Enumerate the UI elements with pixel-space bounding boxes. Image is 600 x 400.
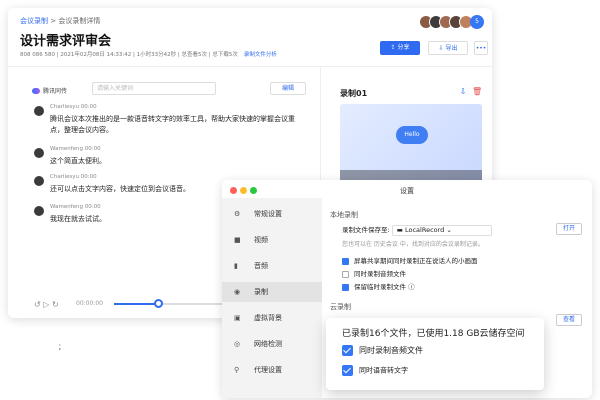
breadcrumb-current: 会议录制详情 [58, 17, 101, 25]
option-record-audio[interactable]: 同时录制音频文件 [342, 268, 406, 278]
local-record-header: 本地录制 [330, 211, 358, 219]
folder-icon: ▬ [396, 225, 405, 234]
option-keep-temp[interactable]: 保留临时录制文件 ⓘ [342, 281, 415, 291]
play-icon[interactable]: ▷ [43, 300, 49, 309]
player-time: 00:00:00 [76, 300, 103, 307]
sidebar-item-label: 视频 [254, 236, 268, 244]
popup-option-transcribe[interactable]: 同时语音转文字 [342, 365, 408, 376]
view-cloud-button[interactable]: 查看 [556, 314, 582, 326]
video-icon: ■ [234, 236, 241, 244]
audio-icon: ▮ [234, 262, 238, 270]
breadcrumb: 会议录制 > 会议录制详情 [20, 16, 100, 26]
speaker-time: Wamenfeng 00:00 [50, 146, 101, 152]
more-participants-badge[interactable]: 5 [470, 15, 484, 29]
header-divider [8, 66, 492, 67]
checkbox[interactable] [342, 270, 349, 278]
open-folder-button[interactable]: 打开 [556, 223, 582, 235]
more-button[interactable]: ••• [474, 41, 488, 55]
breadcrumb-separator: > [48, 17, 59, 25]
option-label: 保留临时录制文件 [354, 283, 406, 291]
video-preview[interactable]: Hello [340, 104, 482, 184]
record-icon: ◉ [234, 288, 241, 296]
checkbox[interactable] [342, 365, 353, 376]
cloud-storage-status: 已录制16个文件，已使用1.18 GB云储存空间 [342, 329, 525, 339]
breadcrumb-root[interactable]: 会议录制 [20, 17, 48, 25]
search-input[interactable]: 请输入关键词 [92, 82, 216, 95]
speaker-time: Charliesyu 00:00 [50, 104, 97, 110]
sidebar-item-record[interactable]: ◉ 录制 [222, 282, 322, 302]
folder-name: LocalRecord [405, 225, 445, 234]
sidebar-item-label: 代理设置 [254, 366, 282, 374]
sidebar-item-audio[interactable]: ▮ 音频 [222, 256, 322, 276]
help-icon[interactable]: ⓘ [408, 283, 415, 291]
option-label: 同时录制音频文件 [354, 270, 406, 278]
checkbox[interactable] [342, 345, 353, 356]
avatar [34, 106, 44, 116]
sidebar-item-label: 常规设置 [254, 210, 282, 218]
share-button[interactable]: ⇪ 分享 [380, 41, 420, 55]
sidebar-item-label: 音频 [254, 262, 268, 270]
progress-handle[interactable] [154, 299, 163, 308]
option-label: 同时语音转文字 [359, 366, 408, 375]
progress-fill [114, 303, 158, 305]
video-cloud-graphic: Hello [396, 126, 428, 144]
brand-label: 腾讯同传 [32, 86, 67, 95]
history-note: 您也可以在 历史会议 中，找到对应的会议录制记录。 [342, 241, 484, 248]
background-icon: ▣ [234, 314, 241, 322]
sidebar-item-network[interactable]: ◎ 网络检测 [222, 334, 322, 354]
chevron-down-icon: ⌄ [446, 225, 452, 234]
speaker-time: Wamenfeng 00:00 [50, 204, 101, 210]
sidebar-item-video[interactable]: ■ 视频 [222, 230, 322, 250]
checkbox[interactable] [342, 257, 349, 265]
cloud-record-header: 云录制 [330, 303, 351, 311]
settings-title: 设置 [400, 187, 414, 195]
brand-text: 腾讯同传 [43, 88, 68, 95]
sidebar-item-background[interactable]: ▣ 虚拟背景 [222, 308, 322, 328]
share-label: 分享 [397, 44, 410, 51]
proxy-icon: ⚲ [234, 366, 240, 374]
recording-title: 录制01 [340, 89, 368, 98]
folder-select[interactable]: ▬ LocalRecord ⌄ [391, 224, 492, 236]
network-icon: ◎ [234, 340, 241, 348]
brand-logo-icon [32, 87, 40, 94]
speaker-time: Charliesyu 00:00 [50, 174, 97, 180]
meta-text: 808 086 580 | 2021年02月08日 14:33:42 | 1小时… [20, 52, 238, 58]
recording-analysis-link[interactable]: 录制文件分析 [244, 52, 277, 58]
option-label: 屏幕共享期间同时录制正在说话人的小画面 [354, 257, 478, 265]
delete-icon[interactable]: 🗑 [472, 87, 482, 97]
rewind-icon[interactable]: ↺ [34, 300, 41, 309]
popup-option-audio[interactable]: 同时录制音频文件 [342, 345, 423, 356]
save-location-row: 录制文件保存至: ▬ LocalRecord ⌄ [342, 224, 492, 236]
stray-mark: ； [58, 343, 65, 351]
option-speaker-thumbnail[interactable]: 屏幕共享期间同时录制正在说话人的小画面 [342, 255, 478, 265]
forward-icon[interactable]: ↻ [52, 300, 59, 309]
page-title: 设计需求评审会 [20, 34, 112, 49]
player-controls: ↺ ▷ ↻ [34, 300, 59, 309]
export-button[interactable]: ⇩ 导出 [428, 41, 468, 55]
sidebar-item-proxy[interactable]: ⚲ 代理设置 [222, 360, 322, 380]
option-label: 同时录制音频文件 [359, 346, 423, 355]
participant-avatars[interactable]: 5 [419, 15, 484, 29]
export-label: 导出 [445, 45, 458, 52]
checkbox[interactable] [342, 283, 349, 291]
avatar [34, 176, 44, 186]
settings-sidebar: ⚙ 常规设置 ■ 视频 ▮ 音频 ◉ 录制 ▣ 虚拟背景 ◎ 网络检测 ⚲ 代理设置 [222, 198, 322, 398]
meeting-meta: 808 086 580 | 2021年02月08日 14:33:42 | 1小时… [20, 50, 277, 58]
cloud-record-popover: 已录制16个文件，已使用1.18 GB云储存空间 同时录制音频文件 同时语音转文… [326, 318, 544, 390]
message-text: 这个简直太便利。 [50, 157, 106, 165]
edit-button[interactable]: 编辑 [270, 82, 306, 95]
sidebar-item-label: 网络检测 [254, 340, 282, 348]
save-location-label: 录制文件保存至: [342, 226, 390, 234]
gear-icon: ⚙ [234, 210, 241, 218]
sidebar-item-general[interactable]: ⚙ 常规设置 [222, 204, 322, 224]
avatar [34, 206, 44, 216]
avatar [34, 148, 44, 158]
download-icon[interactable]: ⇩ [458, 87, 468, 97]
sidebar-item-label: 虚拟背景 [254, 314, 282, 322]
message-text: 腾讯会议本次推出的是一款语音转文字的效率工具，帮助大家快速的掌握会议重点，整理会… [50, 115, 295, 134]
sidebar-item-label: 录制 [254, 288, 268, 296]
